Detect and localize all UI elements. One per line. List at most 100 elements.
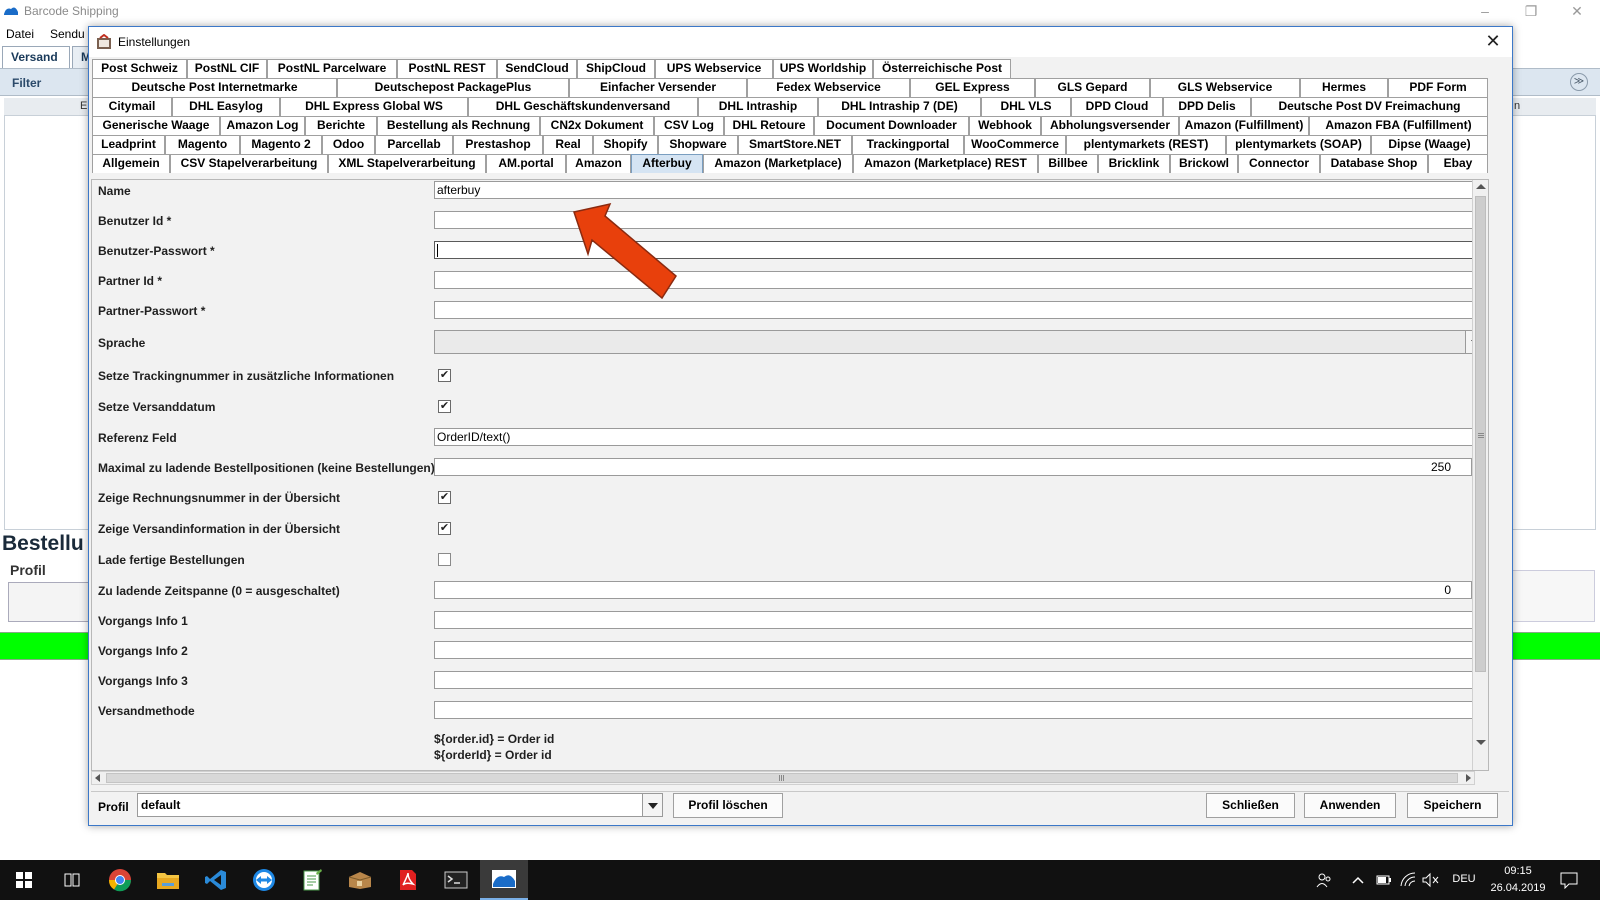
scroll-down-icon[interactable] <box>1476 740 1486 745</box>
tab-ebay[interactable]: Ebay <box>1428 154 1488 173</box>
wifi-icon[interactable] <box>1400 872 1416 888</box>
zeitspanne-field[interactable]: 0 <box>434 581 1472 599</box>
tab-einfacher-versender[interactable]: Einfacher Versender <box>569 78 747 97</box>
window-close-button[interactable]: ✕ <box>1554 0 1600 24</box>
volume-muted-icon[interactable] <box>1422 872 1440 888</box>
vorgangs-info-1-field[interactable] <box>434 611 1486 629</box>
vertical-scrollbar[interactable] <box>1472 180 1488 770</box>
tab-berichte[interactable]: Berichte <box>305 116 377 135</box>
partner-passwort-field[interactable] <box>434 301 1486 319</box>
tab-gls-gepard[interactable]: GLS Gepard <box>1035 78 1150 97</box>
tab-deutschepost-packageplus[interactable]: Deutschepost PackagePlus <box>337 78 569 97</box>
tab-dpd-cloud[interactable]: DPD Cloud <box>1071 97 1163 116</box>
tab-connector[interactable]: Connector <box>1238 154 1320 173</box>
barcode-shipping-taskbar-button[interactable] <box>480 860 528 900</box>
minimize-button[interactable]: – <box>1462 0 1508 24</box>
name-field[interactable]: afterbuy <box>434 181 1486 199</box>
tab-generische-waage[interactable]: Generische Waage <box>92 116 220 135</box>
tab-afterbuy[interactable]: Afterbuy <box>631 154 703 173</box>
tab-cn2x-dokument[interactable]: CN2x Dokument <box>540 116 654 135</box>
collapse-chevron-icon[interactable]: ≫ <box>1570 73 1588 91</box>
tab-billbee[interactable]: Billbee <box>1038 154 1098 173</box>
package-taskbar-button[interactable] <box>336 860 384 900</box>
tray-expand-chevron-icon[interactable] <box>1352 875 1364 885</box>
menu-datei[interactable]: Datei <box>6 27 34 41</box>
tab-prestashop[interactable]: Prestashop <box>453 135 543 154</box>
people-icon[interactable] <box>1316 872 1332 888</box>
tab-postnl-cif[interactable]: PostNL CIF <box>187 59 267 78</box>
tab-brickowl[interactable]: Brickowl <box>1170 154 1238 173</box>
tab-amazon[interactable]: Amazon <box>566 154 631 173</box>
tab-ups-webservice[interactable]: UPS Webservice <box>655 59 773 78</box>
vorgangs-info-2-field[interactable] <box>434 641 1486 659</box>
tab-amazon-log[interactable]: Amazon Log <box>220 116 305 135</box>
restore-button[interactable]: ❐ <box>1508 0 1554 24</box>
scroll-right-icon[interactable] <box>1466 774 1471 782</box>
tab-webhook[interactable]: Webhook <box>969 116 1041 135</box>
tab-dhl-retoure[interactable]: DHL Retoure <box>724 116 814 135</box>
dialog-close-button[interactable]: ✕ <box>1480 30 1506 54</box>
tab-real[interactable]: Real <box>543 135 593 154</box>
tab-citymail[interactable]: Citymail <box>92 97 172 116</box>
tab-ups-worldship[interactable]: UPS Worldship <box>773 59 873 78</box>
referenz-feld-field[interactable]: OrderID/text() <box>434 428 1486 446</box>
tab-amazon-marketplace[interactable]: Amazon (Marketplace) <box>703 154 853 173</box>
versandmethode-field[interactable] <box>434 701 1486 719</box>
tab-bestellung-als-rechnung[interactable]: Bestellung als Rechnung <box>377 116 540 135</box>
acrobat-taskbar-button[interactable] <box>384 860 432 900</box>
tab-magento-2[interactable]: Magento 2 <box>240 135 322 154</box>
tab-odoo[interactable]: Odoo <box>322 135 375 154</box>
sprache-select[interactable] <box>434 330 1486 354</box>
setze-tracking-checkbox[interactable]: ✔ <box>438 369 451 382</box>
tab-parcellab[interactable]: Parcellab <box>375 135 453 154</box>
scroll-up-icon[interactable] <box>1476 184 1486 189</box>
scroll-left-icon[interactable] <box>95 774 100 782</box>
notepad-taskbar-button[interactable] <box>288 860 336 900</box>
tab-post-schweiz[interactable]: Post Schweiz <box>92 59 187 78</box>
tab-hermes[interactable]: Hermes <box>1300 78 1388 97</box>
vscode-taskbar-button[interactable] <box>192 860 240 900</box>
tab-trackingportal[interactable]: Trackingportal <box>852 135 964 154</box>
tab-fedex-webservice[interactable]: Fedex Webservice <box>747 78 910 97</box>
lade-fertige-checkbox[interactable] <box>438 553 451 566</box>
tab-gel-express[interactable]: GEL Express <box>910 78 1035 97</box>
tab-oesterreichische-post[interactable]: Österreichische Post <box>873 59 1011 78</box>
tab-dhl-intraship[interactable]: DHL Intraship <box>698 97 818 116</box>
chrome-taskbar-button[interactable] <box>96 860 144 900</box>
tab-bricklink[interactable]: Bricklink <box>1098 154 1170 173</box>
start-button[interactable] <box>0 860 48 900</box>
tab-gls-webservice[interactable]: GLS Webservice <box>1150 78 1300 97</box>
filter-label[interactable]: Filter <box>12 76 41 90</box>
anwenden-button[interactable]: Anwenden <box>1304 793 1396 818</box>
menu-sendungen[interactable]: Sendu <box>50 27 85 41</box>
setze-versanddatum-checkbox[interactable]: ✔ <box>438 400 451 413</box>
horizontal-scrollbar[interactable] <box>91 771 1475 785</box>
terminal-taskbar-button[interactable] <box>432 860 480 900</box>
app-tab-versand[interactable]: Versand <box>2 46 70 68</box>
max-positionen-field[interactable]: 250 <box>434 458 1472 476</box>
tab-deutsche-post-internetmarke[interactable]: Deutsche Post Internetmarke <box>92 78 337 97</box>
zeige-rechnungsnummer-checkbox[interactable]: ✔ <box>438 491 451 504</box>
tab-document-downloader[interactable]: Document Downloader <box>814 116 969 135</box>
tab-am-portal[interactable]: AM.portal <box>486 154 566 173</box>
clock-date[interactable]: 26.04.2019 <box>1484 882 1552 894</box>
vertical-scroll-thumb[interactable] <box>1475 196 1486 672</box>
tab-magento[interactable]: Magento <box>165 135 240 154</box>
tab-dhl-express-global-ws[interactable]: DHL Express Global WS <box>280 97 468 116</box>
tab-shipcloud[interactable]: ShipCloud <box>577 59 655 78</box>
tab-amazon-fba-fulfillment[interactable]: Amazon FBA (Fulfillment) <box>1309 116 1488 135</box>
tab-sendcloud[interactable]: SendCloud <box>497 59 577 78</box>
schliessen-button[interactable]: Schließen <box>1206 793 1295 818</box>
teamviewer-taskbar-button[interactable] <box>240 860 288 900</box>
keyboard-language[interactable]: DEU <box>1450 873 1478 885</box>
tab-deutsche-post-dv-freimachung[interactable]: Deutsche Post DV Freimachung <box>1251 97 1488 116</box>
tab-shopify[interactable]: Shopify <box>593 135 658 154</box>
tab-abholungsversender[interactable]: Abholungsversender <box>1041 116 1179 135</box>
tab-database-shop[interactable]: Database Shop <box>1320 154 1428 173</box>
tab-csv-stapelverarbeitung[interactable]: CSV Stapelverarbeitung <box>170 154 328 173</box>
profil-dropdown-button[interactable] <box>642 794 662 816</box>
tab-dhl-geschaeftskundenversand[interactable]: DHL Geschäftskundenversand <box>468 97 698 116</box>
tab-dipse-waage[interactable]: Dipse (Waage) <box>1371 135 1488 154</box>
file-explorer-taskbar-button[interactable] <box>144 860 192 900</box>
zeige-versandinfo-checkbox[interactable]: ✔ <box>438 522 451 535</box>
